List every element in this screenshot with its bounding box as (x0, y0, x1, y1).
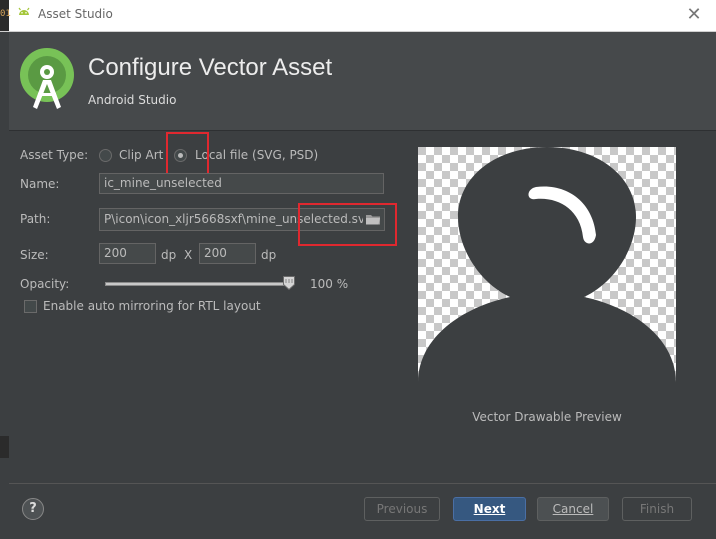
name-label: Name: (20, 177, 60, 191)
folder-icon[interactable] (363, 209, 383, 229)
path-input[interactable]: P\icon\icon_xljr5668sxf\mine_unselected.… (99, 208, 385, 231)
window-title-bar: 01 Asset Studio ✕ (0, 0, 716, 32)
slider-thumb-icon[interactable] (283, 276, 295, 290)
size-label: Size: (20, 248, 49, 262)
clip-art-radio[interactable] (99, 149, 112, 162)
asset-type-label: Asset Type: (20, 148, 89, 162)
page-subtitle: Android Studio (88, 93, 177, 107)
size-times: X (184, 248, 193, 262)
background-window-edge: 01 (0, 0, 11, 31)
cancel-button[interactable]: Cancel (537, 497, 609, 521)
path-label: Path: (20, 212, 51, 226)
android-studio-logo (20, 48, 74, 109)
previous-button[interactable]: Previous (364, 497, 440, 521)
next-button[interactable]: Next (453, 497, 526, 521)
help-icon[interactable]: ? (22, 498, 44, 520)
width-unit: dp (161, 248, 177, 262)
name-input[interactable]: ic_mine_unselected (99, 173, 384, 194)
height-input[interactable]: 200 (199, 243, 256, 264)
window-title: Asset Studio (38, 7, 113, 21)
header-divider (9, 130, 716, 131)
clip-art-label[interactable]: Clip Art (119, 148, 163, 162)
close-icon[interactable]: ✕ (684, 4, 704, 26)
height-unit: dp (261, 248, 277, 262)
wizard-header: Configure Vector Asset Android Studio (9, 32, 716, 130)
finish-button[interactable]: Finish (622, 497, 692, 521)
opacity-label: Opacity: (20, 277, 70, 291)
page-title: Configure Vector Asset (88, 54, 333, 81)
background-window-edge-lower (0, 436, 9, 458)
footer-divider (9, 483, 716, 484)
background-editor-glyph: 01 (0, 9, 11, 19)
width-input[interactable]: 200 (99, 243, 156, 264)
android-icon (18, 7, 30, 15)
opacity-value: 100 % (310, 277, 349, 291)
rtl-checkbox[interactable] (24, 300, 37, 313)
local-file-radio[interactable] (174, 149, 187, 162)
local-file-label[interactable]: Local file (SVG, PSD) (195, 148, 318, 162)
vector-preview (418, 147, 676, 405)
preview-caption: Vector Drawable Preview (472, 410, 622, 424)
opacity-slider[interactable] (105, 282, 291, 286)
rtl-label[interactable]: Enable auto mirroring for RTL layout (43, 299, 261, 313)
